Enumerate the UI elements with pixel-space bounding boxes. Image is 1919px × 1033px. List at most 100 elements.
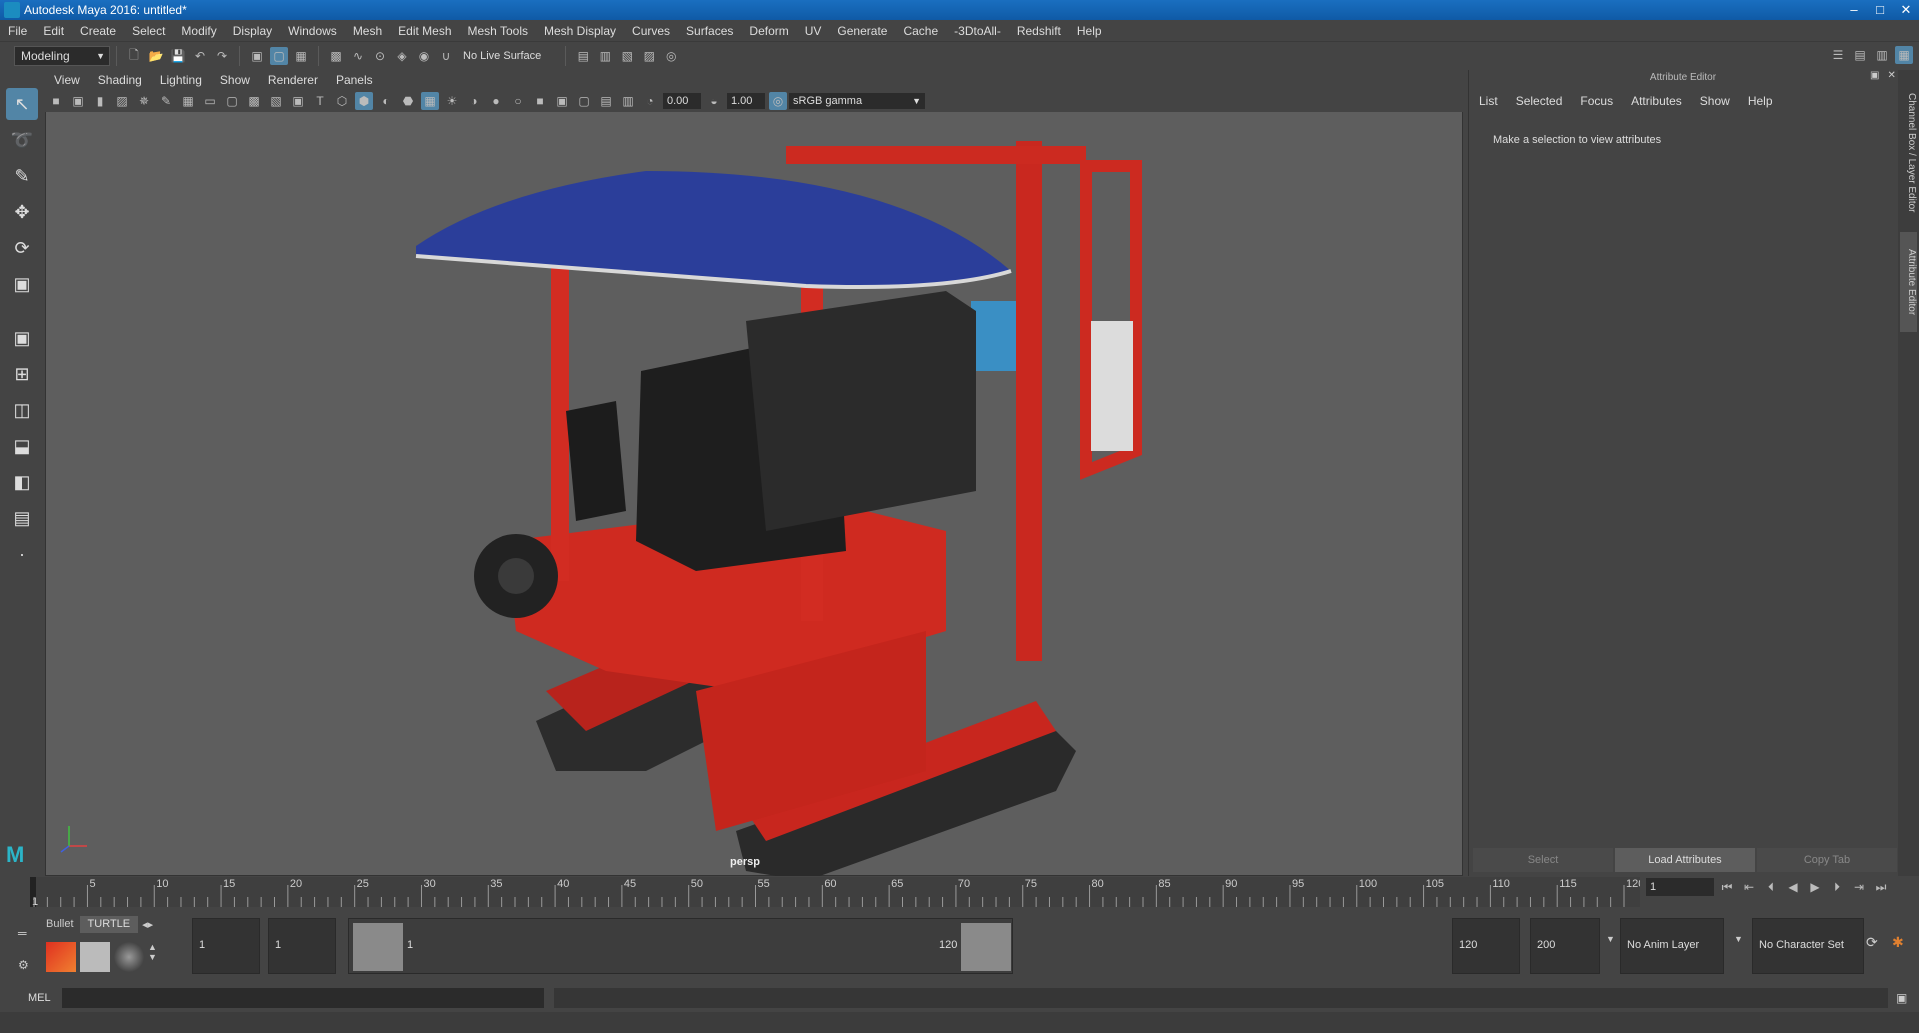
default-material-icon[interactable]: ⬣ — [399, 92, 417, 110]
maximize-button[interactable]: □ — [1867, 0, 1893, 20]
xray-joints-icon[interactable]: ▥ — [619, 92, 637, 110]
go-to-end-icon[interactable]: ⏭ — [1872, 878, 1890, 896]
menu-redshift[interactable]: Redshift — [1009, 24, 1069, 38]
current-frame-field[interactable]: 1 — [1646, 878, 1714, 896]
attr-menu-focus[interactable]: Focus — [1571, 94, 1622, 108]
anim-layer-dropdown[interactable]: No Anim Layer — [1620, 918, 1724, 974]
snap-curve-icon[interactable]: ∿ — [349, 47, 367, 65]
resolution-gate-icon[interactable]: ▢ — [223, 92, 241, 110]
snap-view-icon[interactable]: ◈ — [393, 47, 411, 65]
range-start-handle[interactable] — [353, 923, 403, 971]
start-time-field[interactable]: 1 — [192, 918, 260, 974]
live-surface-label[interactable]: No Live Surface — [463, 50, 541, 62]
new-scene-icon[interactable]: 🗋 — [125, 47, 143, 65]
save-scene-icon[interactable]: 💾 — [169, 47, 187, 65]
menu-cache[interactable]: Cache — [895, 24, 946, 38]
channel-box-toggle-icon[interactable]: ▦ — [1895, 46, 1913, 64]
depth-of-field-icon[interactable]: ▣ — [553, 92, 571, 110]
settings-icon[interactable]: ⚙ — [18, 958, 32, 972]
open-scene-icon[interactable]: 📂 — [147, 47, 165, 65]
menu-edit-mesh[interactable]: Edit Mesh — [390, 24, 459, 38]
snap-grid-icon[interactable]: ▩ — [327, 47, 345, 65]
snap-magnet-icon[interactable]: ∪ — [437, 47, 455, 65]
viewport-menu-lighting[interactable]: Lighting — [151, 73, 211, 87]
undo-icon[interactable]: ↶ — [191, 47, 209, 65]
menu-select[interactable]: Select — [124, 24, 173, 38]
end-time-field[interactable]: 200 — [1530, 918, 1600, 974]
textured-icon[interactable]: ▦ — [421, 92, 439, 110]
menu-create[interactable]: Create — [72, 24, 124, 38]
tool-settings-icon[interactable]: ▥ — [1873, 46, 1891, 64]
attr-menu-help[interactable]: Help — [1739, 94, 1782, 108]
playback-end-field[interactable]: 120 — [1452, 918, 1520, 974]
view-transform-dropdown[interactable]: sRGB gamma ▼ — [789, 93, 925, 109]
hypershade-icon[interactable]: ◎ — [662, 47, 680, 65]
shelf-tab-turtle[interactable]: TURTLE — [79, 916, 139, 933]
menu-help[interactable]: Help — [1069, 24, 1110, 38]
more-layouts-icon[interactable]: · — [6, 538, 38, 570]
use-all-lights-icon[interactable]: ☀ — [443, 92, 461, 110]
menu-curves[interactable]: Curves — [624, 24, 678, 38]
range-slider[interactable]: 1 120 — [348, 918, 1013, 974]
image-plane-icon[interactable]: ▨ — [113, 92, 131, 110]
select-tool-icon[interactable]: ↖ — [6, 88, 38, 120]
viewport-menu-show[interactable]: Show — [211, 73, 259, 87]
play-backwards-icon[interactable]: ◀ — [1784, 878, 1802, 896]
shelf-tab-bullet[interactable]: Bullet — [40, 916, 80, 933]
go-to-start-icon[interactable]: ⏮ — [1718, 878, 1736, 896]
step-back-key-icon[interactable]: ⇤ — [1740, 878, 1758, 896]
exposure-field[interactable]: 0.00 — [663, 93, 701, 109]
color-management-icon[interactable]: ◎ — [769, 92, 787, 110]
select-hierarchy-icon[interactable]: ▣ — [248, 47, 266, 65]
auto-key-icon[interactable]: ⟳ — [1866, 934, 1878, 951]
menu-mesh[interactable]: Mesh — [345, 24, 390, 38]
viewport-menu-panels[interactable]: Panels — [327, 73, 382, 87]
menu-mesh-tools[interactable]: Mesh Tools — [460, 24, 536, 38]
snap-point-icon[interactable]: ⊙ — [371, 47, 389, 65]
viewport-panel[interactable] — [45, 70, 1463, 877]
animation-preferences-icon[interactable]: ✱ — [1892, 934, 1904, 951]
ambient-occlusion-icon[interactable]: ● — [487, 92, 505, 110]
float-panel-icon[interactable]: ▣ — [1870, 70, 1879, 81]
smooth-shade-icon[interactable]: ⬢ — [355, 92, 373, 110]
isolate-select-icon[interactable]: ▢ — [575, 92, 593, 110]
gamma-field[interactable]: 1.00 — [727, 93, 765, 109]
copy-tab-button[interactable]: Copy Tab — [1757, 848, 1897, 872]
render-settings-icon[interactable]: ▤ — [574, 47, 592, 65]
lasso-tool-icon[interactable]: ➰ — [6, 124, 38, 156]
camera-lock-icon[interactable]: ▣ — [69, 92, 87, 110]
attr-menu-selected[interactable]: Selected — [1507, 94, 1572, 108]
menu-mesh-display[interactable]: Mesh Display — [536, 24, 624, 38]
safe-action-icon[interactable]: ▣ — [289, 92, 307, 110]
wireframe-icon[interactable]: ⬡ — [333, 92, 351, 110]
motion-blur-icon[interactable]: ○ — [509, 92, 527, 110]
render-shelf-icon[interactable] — [80, 942, 110, 972]
menu-edit[interactable]: Edit — [35, 24, 72, 38]
shelf-scroll-icon[interactable]: ◂▸ — [138, 916, 157, 933]
camera-select-icon[interactable]: ■ — [47, 92, 65, 110]
fire-shelf-icon[interactable] — [46, 942, 76, 972]
shadows-icon[interactable]: ◑ — [465, 92, 483, 110]
gamma-icon[interactable]: ◒ — [705, 92, 723, 110]
rotate-tool-icon[interactable]: ⟳ — [6, 232, 38, 264]
select-button[interactable]: Select — [1473, 848, 1613, 872]
attr-menu-attributes[interactable]: Attributes — [1622, 94, 1691, 108]
side-by-side-layout-icon[interactable]: ◫ — [6, 394, 38, 426]
collapse-icon[interactable]: ═ — [18, 926, 32, 940]
menu-modify[interactable]: Modify — [173, 24, 224, 38]
gate-mask-icon[interactable]: ▩ — [245, 92, 263, 110]
grease-pencil-icon[interactable]: ✎ — [157, 92, 175, 110]
menu-set-dropdown[interactable]: Modeling ▼ — [14, 46, 110, 66]
menu-windows[interactable]: Windows — [280, 24, 345, 38]
script-editor-icon[interactable]: ▣ — [1896, 991, 1907, 1005]
antialiasing-icon[interactable]: ■ — [531, 92, 549, 110]
character-set-dropdown[interactable]: No Character Set — [1752, 918, 1864, 974]
film-gate-icon[interactable]: ▭ — [201, 92, 219, 110]
attr-menu-list[interactable]: List — [1470, 94, 1507, 108]
menu-uv[interactable]: UV — [797, 24, 830, 38]
ipr-render-icon[interactable]: ▧ — [618, 47, 636, 65]
render-view-icon[interactable]: ▨ — [640, 47, 658, 65]
chevron-down-icon[interactable]: ▼ — [1734, 934, 1743, 944]
attribute-editor-toggle-icon[interactable]: ▤ — [1851, 46, 1869, 64]
wireframe-on-shaded-icon[interactable]: ◐ — [377, 92, 395, 110]
